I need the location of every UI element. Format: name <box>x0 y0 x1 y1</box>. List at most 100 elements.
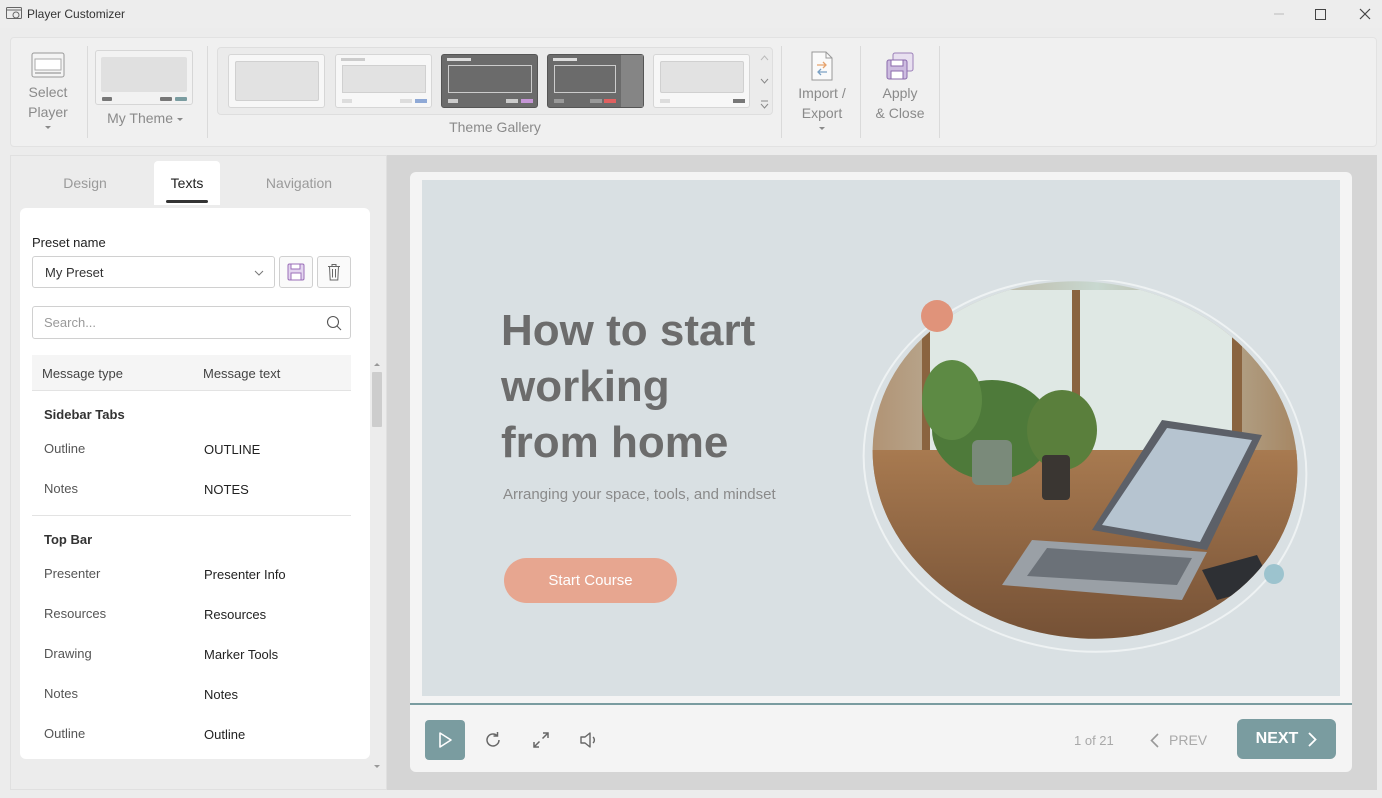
player-customizer-icon <box>6 7 22 19</box>
save-preset-button[interactable] <box>279 256 313 288</box>
tab-texts-label: Texts <box>170 175 204 191</box>
message-text[interactable]: Presenter Info <box>204 567 286 582</box>
next-button[interactable]: NEXT <box>1237 719 1336 759</box>
gallery-expand[interactable] <box>756 93 772 115</box>
fullscreen-button[interactable] <box>531 730 551 750</box>
close-button[interactable] <box>1342 0 1382 28</box>
slide-title-line: How to start <box>501 306 756 355</box>
chevron-right-icon <box>1308 731 1318 747</box>
gallery-scroll-down[interactable] <box>756 70 772 92</box>
scroll-thumb[interactable] <box>372 372 382 427</box>
my-theme-label: My Theme <box>107 110 173 126</box>
player-preview: How to start working from home Arranging… <box>410 172 1352 772</box>
texts-card: Preset name My Preset Search... Message … <box>20 208 370 759</box>
chevron-down-icon <box>819 126 825 130</box>
document-swap-icon <box>811 51 833 81</box>
scroll-up-arrow-icon <box>374 363 380 366</box>
import-export-label-line1: Import / <box>798 85 846 101</box>
column-header-message-type: Message type <box>42 366 123 381</box>
chevron-down-icon <box>45 125 51 129</box>
slide-title: How to start working from home <box>501 303 841 471</box>
scroll-down-arrow-icon <box>374 765 380 768</box>
volume-button[interactable] <box>579 730 599 750</box>
tab-design-label: Design <box>63 175 107 191</box>
search-field <box>32 306 351 339</box>
active-tab-indicator <box>166 200 208 203</box>
window-title: Player Customizer <box>27 7 126 21</box>
import-export-button[interactable]: Import / Export <box>789 50 855 131</box>
apply-close-label-line2: & Close <box>875 105 925 121</box>
settings-panel: Design Texts Navigation Preset name My P… <box>10 155 387 790</box>
chevron-down-icon <box>176 117 183 121</box>
message-text[interactable]: Resources <box>204 607 266 622</box>
expand-gallery-icon <box>760 100 768 109</box>
replay-button[interactable] <box>483 730 503 750</box>
theme-gallery-item-5[interactable] <box>653 54 750 108</box>
chevron-down-icon <box>254 270 264 276</box>
save-icon <box>287 263 305 281</box>
fullscreen-icon <box>533 732 549 748</box>
select-player-button[interactable]: Select Player <box>19 50 77 130</box>
start-course-button[interactable]: Start Course <box>504 558 677 603</box>
table-header: Message type Message text <box>32 355 351 391</box>
theme-gallery-item-3[interactable] <box>441 54 538 108</box>
maximize-icon <box>1314 8 1326 20</box>
gallery-scroll-up[interactable] <box>756 47 772 69</box>
prev-label: PREV <box>1169 732 1208 748</box>
apply-close-label-line1: Apply <box>882 85 918 101</box>
delete-preset-button[interactable] <box>317 256 351 288</box>
minimize-button[interactable] <box>1256 0 1302 28</box>
panel-scrollbar[interactable] <box>371 358 383 771</box>
slide-subtitle: Arranging your space, tools, and mindset <box>503 486 776 503</box>
progress-line <box>410 703 1352 705</box>
trash-icon <box>328 264 340 281</box>
tab-navigation[interactable]: Navigation <box>243 161 355 205</box>
theme-gallery-item-1[interactable] <box>228 54 325 108</box>
preset-name-label: Preset name <box>32 235 106 250</box>
prev-button[interactable]: PREV <box>1150 730 1207 750</box>
tab-texts[interactable]: Texts <box>154 161 220 205</box>
theme-gallery-label: Theme Gallery <box>449 119 541 135</box>
message-text[interactable]: Notes <box>204 687 238 702</box>
chevron-up-icon <box>760 55 768 61</box>
search-icon <box>326 315 342 331</box>
my-theme-thumbnail <box>95 50 193 105</box>
desk-laptop-plants-photo <box>862 280 1321 666</box>
slide: How to start working from home Arranging… <box>422 180 1340 696</box>
play-button[interactable] <box>425 720 465 760</box>
message-type: Notes <box>44 481 78 496</box>
message-type: Resources <box>44 606 107 621</box>
message-type: Drawing <box>44 646 92 661</box>
volume-icon <box>580 732 595 748</box>
player-icon <box>31 52 65 78</box>
player-preview-area: How to start working from home Arranging… <box>387 155 1377 790</box>
select-player-label-line2: Player <box>28 104 68 120</box>
message-type: Notes <box>44 686 78 701</box>
chevron-down-icon <box>760 78 768 84</box>
chevron-left-icon <box>1150 732 1159 748</box>
message-text[interactable]: Marker Tools <box>204 647 278 662</box>
message-text[interactable]: Outline <box>204 727 245 742</box>
tab-design[interactable]: Design <box>31 161 139 205</box>
preset-select[interactable]: My Preset <box>32 256 275 288</box>
message-type: Outline <box>44 726 86 741</box>
group-title-sidebar-tabs: Sidebar Tabs <box>44 407 125 422</box>
slide-title-line: from home <box>501 418 729 467</box>
my-theme-button[interactable]: My Theme <box>95 50 195 134</box>
search-input[interactable] <box>33 307 303 338</box>
theme-gallery-item-4[interactable] <box>547 54 644 108</box>
group-divider <box>32 515 351 516</box>
slide-counter: 1 of 21 <box>1074 733 1114 748</box>
message-text[interactable]: OUTLINE <box>204 442 260 457</box>
title-bar: Player Customizer <box>0 0 1382 28</box>
message-text[interactable]: NOTES <box>204 482 249 497</box>
slide-title-line: working <box>501 362 670 411</box>
maximize-button[interactable] <box>1297 0 1343 28</box>
start-course-label: Start Course <box>548 572 633 589</box>
theme-gallery <box>217 47 773 115</box>
tab-navigation-label: Navigation <box>265 175 333 191</box>
group-title-top-bar: Top Bar <box>44 532 93 547</box>
theme-gallery-item-2[interactable] <box>335 54 432 108</box>
message-type: Presenter <box>44 566 101 581</box>
apply-close-button[interactable]: Apply & Close <box>869 50 931 123</box>
